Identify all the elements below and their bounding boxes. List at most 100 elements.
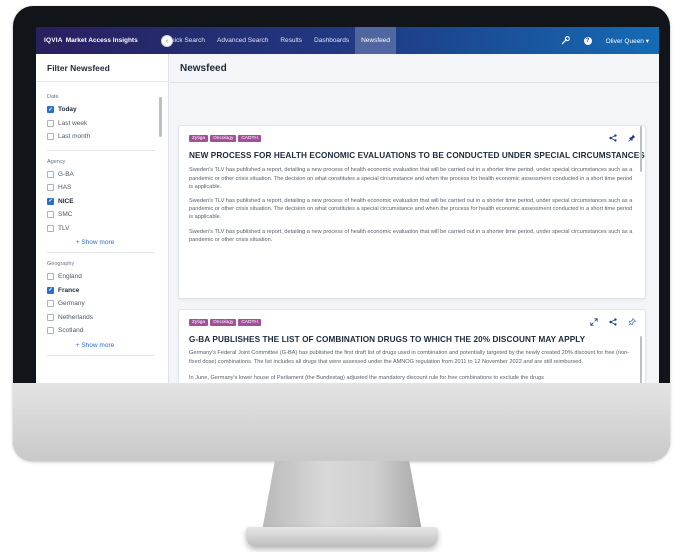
news-card-paragraph: Germany's Federal Joint Committee (G-BA)… — [189, 350, 630, 365]
filter-option-smc[interactable]: SMC — [47, 208, 164, 222]
checkbox-icon[interactable] — [47, 119, 54, 127]
nav-advanced-search[interactable]: Advanced Search — [211, 27, 274, 54]
filter-option-last-month[interactable]: Last month — [47, 130, 164, 144]
filter-option-label: Scotland — [58, 327, 84, 335]
filter-option-label: SMC — [58, 211, 73, 219]
filter-option-has[interactable]: HAS — [47, 181, 164, 195]
filter-option-gba[interactable]: G-BA — [47, 168, 164, 182]
screen: IQVIA Market Access Insights Quick Searc… — [36, 27, 659, 383]
filter-option-label: Germany — [58, 300, 85, 308]
news-card-paragraph: Sweden's TLV has published a report, det… — [189, 197, 633, 221]
filter-option-today[interactable]: ✓ Today — [47, 103, 164, 117]
title-divider — [170, 82, 659, 83]
checkbox-icon[interactable] — [47, 300, 54, 308]
nav-newsfeed[interactable]: Newsfeed — [355, 27, 396, 54]
checkbox-icon[interactable] — [47, 170, 54, 178]
user-menu[interactable]: Oliver Queen ▾ — [606, 37, 649, 45]
agency-show-more-button[interactable]: + Show more — [47, 239, 143, 246]
checkbox-icon[interactable] — [47, 133, 54, 141]
filter-sidebar: Filter Newsfeed Date ✓ Today Last week La… — [36, 54, 169, 383]
tag-badge[interactable]: Oncology — [210, 135, 237, 143]
brand-iqvia: IQVIA — [44, 37, 63, 44]
news-card-paragraph: In June, Germany's lower house of Parlia… — [189, 374, 544, 381]
top-nav-bar: IQVIA Market Access Insights Quick Searc… — [36, 27, 659, 54]
pin-outline-icon[interactable] — [628, 318, 636, 326]
checkbox-icon[interactable] — [47, 184, 54, 192]
page-title: Newsfeed — [180, 63, 227, 74]
checkbox-icon[interactable] — [47, 327, 54, 335]
news-card-title[interactable]: NEW PROCESS FOR HEALTH ECONOMIC EVALUATI… — [189, 151, 645, 160]
nav-results[interactable]: Results — [274, 27, 308, 54]
filter-sidebar-title: Filter Newsfeed — [36, 54, 168, 82]
filter-option-label: G-BA — [58, 170, 74, 178]
tools-wrench-icon[interactable] — [561, 36, 570, 45]
monitor-chin — [13, 383, 670, 461]
card-scrollbar[interactable] — [640, 126, 642, 172]
checkbox-checked-icon[interactable]: ✓ — [47, 197, 54, 205]
newsfeed-main: Newsfeed Zytiga Oncology CADTH NEW PROCE… — [170, 54, 659, 383]
filter-option-nice[interactable]: ✓ NICE — [47, 195, 164, 209]
geography-show-more-button[interactable]: + Show more — [47, 342, 143, 349]
filter-option-label: Last week — [58, 119, 88, 127]
filter-option-label: Last month — [58, 133, 91, 141]
tag-badge[interactable]: CADTH — [238, 319, 261, 327]
main-nav: Quick Search Advanced Search Results Das… — [160, 27, 396, 54]
monitor-stand-neck — [262, 461, 422, 531]
checkbox-checked-icon[interactable]: ✓ — [47, 286, 54, 294]
news-card-paragraph: Sweden's TLV has published a report, det… — [189, 167, 633, 190]
filter-option-france[interactable]: ✓ France — [47, 284, 164, 298]
pin-icon[interactable] — [628, 134, 636, 142]
filter-divider — [47, 252, 155, 253]
checkbox-icon[interactable] — [47, 313, 54, 321]
topbar-actions: ? Oliver Queen ▾ — [561, 36, 659, 45]
share-icon[interactable] — [609, 134, 617, 142]
news-card-title[interactable]: G-BA PUBLISHES THE LIST OF COMBINATION D… — [189, 335, 635, 344]
filter-group-agency: Agency G-BA HAS ✓ NICE SMC TLV + Show mor… — [47, 158, 164, 246]
filter-option-label: England — [58, 273, 82, 281]
filter-group-date: Date ✓ Today Last week Last month — [47, 94, 164, 144]
checkbox-checked-icon[interactable]: ✓ — [47, 106, 54, 114]
collapse-sidebar-button[interactable]: ‹ — [161, 35, 173, 47]
brand-logo[interactable]: IQVIA Market Access Insights — [36, 37, 160, 44]
filter-group-geography: Geography England ✓ France Germany Nether… — [47, 261, 164, 349]
filter-group-title: Agency — [47, 158, 66, 165]
card-actions — [590, 318, 636, 326]
filter-option-label: France — [58, 286, 80, 294]
user-name: Oliver Queen — [605, 37, 644, 45]
expand-icon[interactable] — [590, 318, 598, 326]
chevron-down-icon: ▾ — [645, 37, 649, 45]
tag-badge[interactable]: CADTH — [238, 135, 261, 143]
tag-badge[interactable]: Zytiga — [189, 319, 209, 327]
filter-option-label: TLV — [58, 224, 70, 232]
news-card: Zytiga Oncology CADTH G-BA PUBLISHES THE… — [178, 309, 646, 383]
checkbox-icon[interactable] — [47, 224, 54, 232]
filter-option-germany[interactable]: Germany — [47, 297, 164, 311]
filter-option-scotland[interactable]: Scotland — [47, 324, 164, 338]
card-tags: Zytiga Oncology CADTH — [189, 135, 635, 143]
news-card: Zytiga Oncology CADTH NEW PROCESS FOR HE… — [178, 125, 646, 299]
filter-option-label: Netherlands — [58, 313, 94, 321]
checkbox-icon[interactable] — [47, 211, 54, 219]
card-actions — [609, 134, 636, 142]
filter-groups: Date ✓ Today Last week Last month Agency … — [36, 83, 164, 383]
filter-option-label: NICE — [58, 197, 74, 205]
filter-option-netherlands[interactable]: Netherlands — [47, 311, 164, 325]
checkbox-icon[interactable] — [47, 273, 54, 281]
brand-app-name: Market Access Insights — [65, 37, 138, 44]
filter-option-tlv[interactable]: TLV — [47, 222, 164, 236]
filter-option-label: Today — [58, 106, 77, 114]
filter-group-title: Geography — [47, 261, 75, 267]
share-icon[interactable] — [609, 318, 617, 326]
card-tags: Zytiga Oncology CADTH — [189, 319, 635, 327]
news-card-paragraph: Sweden's TLV has published a report, det… — [189, 228, 633, 243]
filter-divider — [47, 354, 155, 356]
nav-dashboards[interactable]: Dashboards — [308, 27, 355, 54]
filter-option-last-week[interactable]: Last week — [47, 117, 164, 131]
tag-badge[interactable]: Zytiga — [189, 135, 209, 143]
card-scrollbar[interactable] — [640, 336, 642, 383]
tag-badge[interactable]: Oncology — [210, 319, 237, 327]
filter-option-label: HAS — [58, 184, 72, 192]
help-icon[interactable]: ? — [583, 36, 592, 45]
filter-option-england[interactable]: England — [47, 270, 164, 284]
monitor-stand-base — [246, 527, 438, 547]
